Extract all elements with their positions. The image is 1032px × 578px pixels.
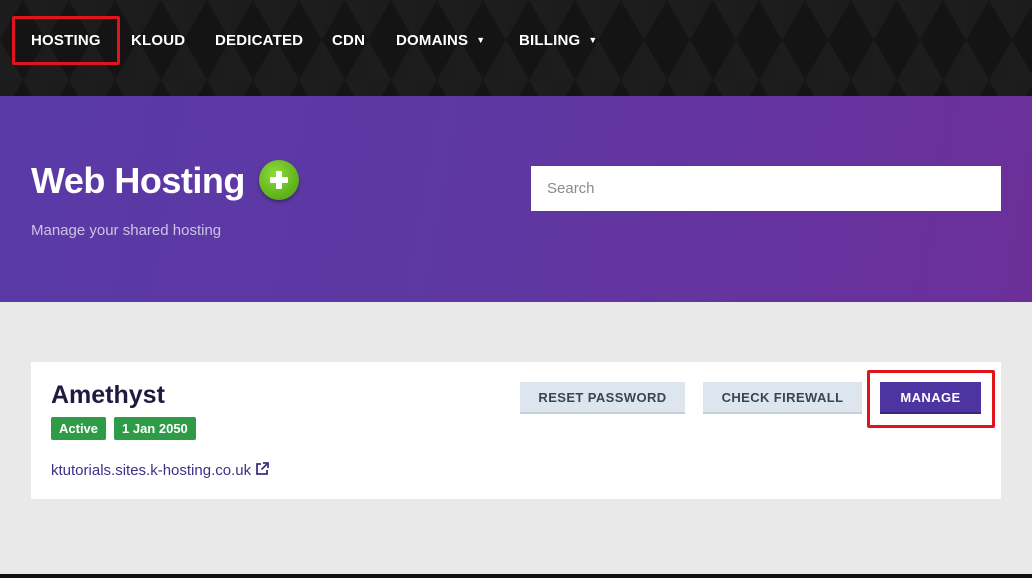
nav-item-cdn[interactable]: CDN — [332, 31, 365, 51]
top-nav: HOSTING KLOUD DEDICATED CDN DOMAINS ▼ BIL… — [0, 0, 1032, 96]
nav-label: KLOUD — [131, 32, 186, 49]
page-title: Web Hosting — [31, 160, 245, 201]
hero-banner: Web Hosting Manage your shared hosting — [0, 96, 1032, 302]
site-link[interactable]: ktutorials.sites.k-hosting.co.uk — [51, 461, 270, 479]
reset-password-button[interactable]: RESET PASSWORD — [520, 382, 685, 414]
status-badge: Active — [51, 417, 107, 440]
hosting-name: Amethyst — [51, 381, 165, 409]
nav-item-domains[interactable]: DOMAINS ▼ — [396, 31, 485, 51]
plus-circle-icon[interactable] — [259, 160, 299, 200]
nav-label: DEDICATED — [215, 32, 304, 49]
page-subtitle: Manage your shared hosting — [31, 222, 222, 239]
external-link-icon — [256, 462, 269, 475]
chevron-down-icon: ▼ — [588, 35, 598, 45]
chevron-down-icon: ▼ — [476, 35, 486, 45]
nav-label: DOMAINS — [396, 32, 469, 49]
manage-button[interactable]: MANAGE — [880, 382, 981, 414]
site-link-text: ktutorials.sites.k-hosting.co.uk — [51, 462, 252, 479]
hosting-card: Amethyst Active 1 Jan 2050 ktutorials.si… — [31, 362, 1001, 499]
bottom-bar — [0, 574, 1032, 578]
nav-label: CDN — [332, 32, 366, 49]
date-badge: 1 Jan 2050 — [114, 417, 196, 440]
nav-item-kloud[interactable]: KLOUD — [131, 31, 185, 51]
nav-item-dedicated[interactable]: DEDICATED — [215, 31, 303, 51]
nav-item-billing[interactable]: BILLING ▼ — [519, 31, 598, 51]
nav-label: HOSTING — [31, 32, 101, 49]
search-input[interactable] — [531, 166, 1001, 211]
check-firewall-button[interactable]: CHECK FIREWALL — [703, 382, 862, 414]
nav-item-hosting[interactable]: HOSTING — [31, 31, 101, 51]
nav-label: BILLING — [519, 32, 581, 49]
